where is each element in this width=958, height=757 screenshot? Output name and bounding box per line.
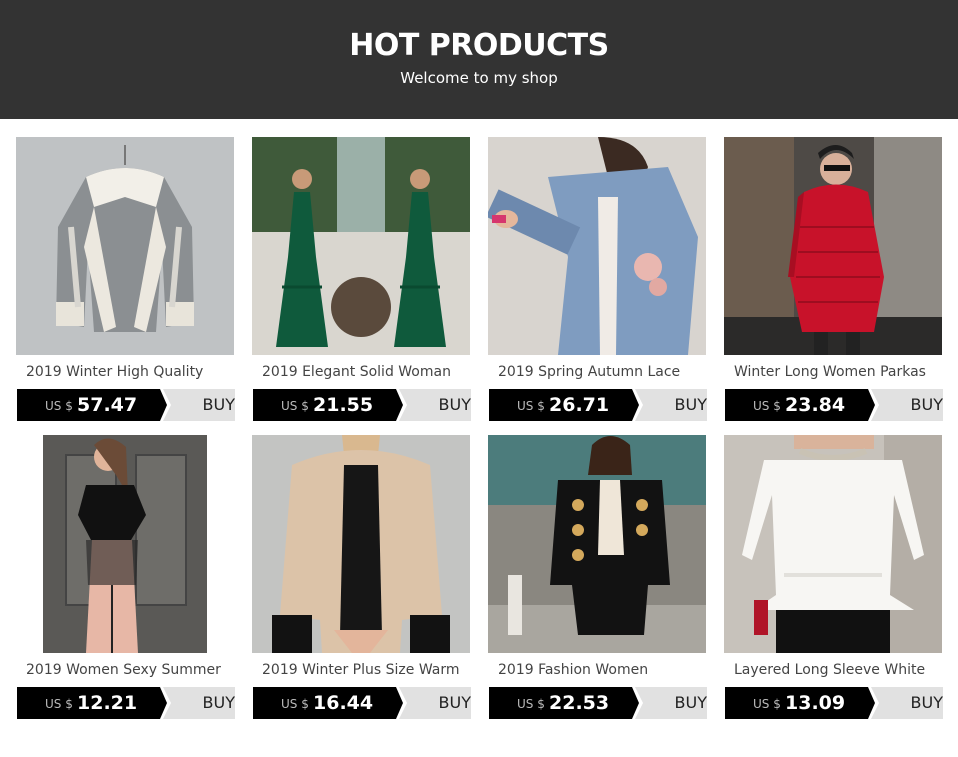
price-value: 16.44 (313, 692, 374, 714)
buy-button-label: BUY (674, 395, 707, 414)
product-title[interactable]: 2019 Elegant Solid Woman (262, 364, 468, 380)
product-title[interactable]: 2019 Winter High Quality (26, 364, 232, 380)
buy-button[interactable]: BUY (163, 389, 235, 421)
buy-button[interactable]: BUY (871, 389, 943, 421)
buy-button[interactable]: BUY (871, 687, 943, 719)
buy-button[interactable]: BUY (635, 687, 707, 719)
buy-button-label: BUY (202, 693, 235, 712)
price-bar[interactable]: US $ 13.09 BUY (725, 687, 943, 719)
price-bar[interactable]: US $ 26.71 BUY (489, 389, 707, 421)
price-value: 26.71 (549, 394, 610, 416)
price-tag: US $ 23.84 (725, 389, 875, 421)
price-bar[interactable]: US $ 12.21 BUY (17, 687, 235, 719)
product-title[interactable]: 2019 Spring Autumn Lace (498, 364, 704, 380)
price-tag: US $ 26.71 (489, 389, 639, 421)
white-peplum-blouse-photo[interactable] (724, 435, 942, 653)
price-value: 13.09 (785, 692, 846, 714)
currency-label: US $ (45, 697, 73, 711)
currency-label: US $ (281, 697, 309, 711)
currency-label: US $ (45, 399, 73, 413)
price-bar[interactable]: US $ 22.53 BUY (489, 687, 707, 719)
buy-button-label: BUY (202, 395, 235, 414)
buy-button[interactable]: BUY (399, 389, 471, 421)
price-tag: US $ 13.09 (725, 687, 875, 719)
product-title[interactable]: 2019 Women Sexy Summer (26, 662, 232, 678)
black-military-jacket-photo[interactable] (488, 435, 706, 653)
page-title: HOT PRODUCTS (349, 28, 609, 63)
product-card[interactable]: Winter Long Women Parkas US $ 23.84 BUY (724, 137, 943, 421)
product-title[interactable]: Winter Long Women Parkas (734, 364, 940, 380)
price-bar[interactable]: US $ 57.47 BUY (17, 389, 235, 421)
price-tag: US $ 21.55 (253, 389, 403, 421)
buy-button[interactable]: BUY (635, 389, 707, 421)
product-card[interactable]: 2019 Winter High Quality US $ 57.47 BUY (16, 137, 235, 421)
currency-label: US $ (281, 399, 309, 413)
price-value: 12.21 (77, 692, 138, 714)
buy-button-label: BUY (438, 693, 471, 712)
buy-button[interactable]: BUY (163, 687, 235, 719)
lace-bodycon-dress-photo[interactable] (16, 435, 234, 653)
buy-button-label: BUY (438, 395, 471, 414)
product-title[interactable]: 2019 Winter Plus Size Warm (262, 662, 468, 678)
currency-label: US $ (753, 399, 781, 413)
price-tag: US $ 12.21 (17, 687, 167, 719)
buy-button[interactable]: BUY (399, 687, 471, 719)
price-value: 57.47 (77, 394, 138, 416)
price-value: 22.53 (549, 692, 610, 714)
red-parka-photo[interactable] (724, 137, 942, 355)
denim-jacket-photo[interactable] (488, 137, 706, 355)
price-bar[interactable]: US $ 23.84 BUY (725, 389, 943, 421)
product-card[interactable]: Layered Long Sleeve White US $ 13.09 BUY (724, 435, 943, 719)
currency-label: US $ (517, 697, 545, 711)
price-value: 21.55 (313, 394, 374, 416)
page-subtitle: Welcome to my shop (400, 69, 558, 87)
header-banner: HOT PRODUCTS Welcome to my shop (0, 0, 958, 119)
price-bar[interactable]: US $ 16.44 BUY (253, 687, 471, 719)
currency-label: US $ (517, 399, 545, 413)
product-title[interactable]: 2019 Fashion Women (498, 662, 704, 678)
buy-button-label: BUY (674, 693, 707, 712)
product-card[interactable]: 2019 Winter Plus Size Warm US $ 16.44 BU… (252, 435, 471, 719)
price-value: 23.84 (785, 394, 846, 416)
product-card[interactable]: 2019 Fashion Women US $ 22.53 BUY (488, 435, 707, 719)
sheepskin-jacket-photo[interactable] (16, 137, 234, 355)
product-card[interactable]: 2019 Spring Autumn Lace US $ 26.71 BUY (488, 137, 707, 421)
price-bar[interactable]: US $ 21.55 BUY (253, 389, 471, 421)
price-tag: US $ 57.47 (17, 389, 167, 421)
price-tag: US $ 16.44 (253, 687, 403, 719)
currency-label: US $ (753, 697, 781, 711)
green-maxi-dress-photo[interactable] (252, 137, 470, 355)
product-card[interactable]: 2019 Elegant Solid Woman US $ 21.55 BUY (252, 137, 471, 421)
product-card[interactable]: 2019 Women Sexy Summer US $ 12.21 BUY (16, 435, 235, 719)
fleece-coat-photo[interactable] (252, 435, 470, 653)
product-title[interactable]: Layered Long Sleeve White (734, 662, 940, 678)
buy-button-label: BUY (910, 395, 943, 414)
buy-button-label: BUY (910, 693, 943, 712)
price-tag: US $ 22.53 (489, 687, 639, 719)
